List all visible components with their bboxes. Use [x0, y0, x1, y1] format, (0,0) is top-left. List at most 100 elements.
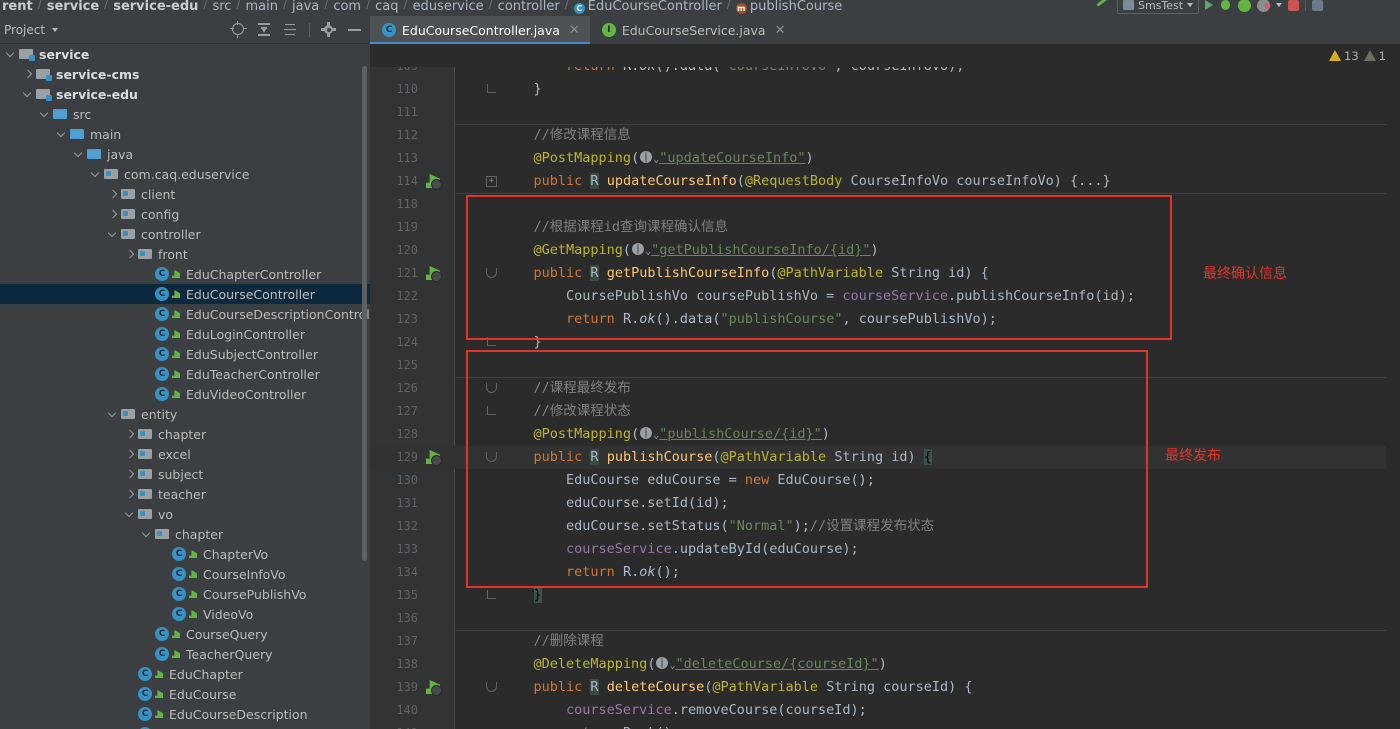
tree-item-excel[interactable]: excel — [0, 444, 370, 464]
tree-item-educhaptercontroller[interactable]: EduChapterController — [0, 264, 370, 284]
breadcrumb-item[interactable]: service — [47, 0, 99, 16]
build-hammer-icon[interactable] — [1095, 0, 1111, 12]
tree-item-chapter[interactable]: chapter — [0, 424, 370, 444]
tree-item-java[interactable]: java — [0, 144, 370, 164]
tree-item-front[interactable]: front — [0, 244, 370, 264]
tree-item-service-edu[interactable]: service-edu — [0, 84, 370, 104]
chevron-down-icon[interactable] — [108, 409, 119, 420]
breadcrumb-item[interactable]: caq — [375, 0, 398, 16]
code-fold-marker[interactable] — [487, 406, 496, 415]
gutter-run-icon[interactable] — [426, 450, 442, 466]
weak-warnings-indicator[interactable]: 1 — [1363, 49, 1386, 63]
code-line[interactable]: 111 — [370, 101, 1400, 124]
tree-item-client[interactable]: client — [0, 184, 370, 204]
chevron-down-icon[interactable] — [23, 89, 34, 100]
code-line[interactable]: 138 @DeleteMapping(⌄"deleteCourse/{cours… — [370, 653, 1400, 676]
code-line[interactable]: 130 EduCourse eduCourse = new EduCourse(… — [370, 469, 1400, 492]
tree-item-teacher[interactable]: teacher — [0, 484, 370, 504]
editor-scrollbar[interactable] — [1386, 67, 1400, 729]
web-endpoint-gutter-icon[interactable]: ⌄ — [631, 242, 651, 258]
run-with-coverage-button[interactable] — [1238, 0, 1252, 12]
code-line[interactable]: 120 @GetMapping(⌄"getPublishCourseInfo/{… — [370, 239, 1400, 262]
code-line[interactable]: 118 — [370, 193, 1400, 216]
chevron-down-icon[interactable] — [108, 229, 119, 240]
code-fold-marker[interactable] — [486, 682, 497, 692]
tree-item-eduteacher[interactable]: EduTeacher — [0, 724, 370, 729]
code-fold-marker[interactable] — [487, 84, 496, 93]
inspection-widget[interactable]: 13 1 — [370, 44, 1400, 67]
breadcrumb-item[interactable]: C EduCourseController — [573, 0, 722, 16]
code-line[interactable]: 135 } — [370, 584, 1400, 607]
chevron-down-icon[interactable] — [40, 109, 51, 120]
code-line[interactable]: 112 //修改课程信息 — [370, 124, 1400, 147]
project-view-chevron-icon[interactable] — [52, 27, 59, 32]
settings-gear-icon[interactable] — [321, 22, 336, 37]
code-fold-marker[interactable] — [486, 268, 497, 278]
tree-item-videovo[interactable]: VideoVo — [0, 604, 370, 624]
tree-item-chaptervo[interactable]: ChapterVo — [0, 544, 370, 564]
code-line[interactable]: 139 public R deleteCourse(@PathVariable … — [370, 676, 1400, 699]
close-icon[interactable]: ✕ — [775, 23, 786, 38]
tree-item-service[interactable]: service — [0, 44, 370, 64]
tree-item-chapter[interactable]: chapter — [0, 524, 370, 544]
chevron-down-icon[interactable] — [91, 169, 102, 180]
breadcrumb-item[interactable]: m publishCourse — [735, 0, 842, 16]
code-line[interactable]: 128 @PostMapping(⌄"publishCourse/{id}") — [370, 423, 1400, 446]
web-endpoint-gutter-icon[interactable]: ⌄ — [655, 656, 675, 672]
debug-button[interactable] — [1219, 0, 1232, 11]
code-line[interactable]: 129 public R publishCourse(@PathVariable… — [370, 446, 1400, 469]
project-tree-panel[interactable]: service service-cms service-edu src main java… — [0, 44, 370, 729]
chevron-right-icon[interactable] — [125, 489, 136, 500]
project-tool-title[interactable]: Project — [4, 23, 45, 37]
code-line[interactable]: 141 return R.ok(); — [370, 722, 1400, 729]
scroll-from-source-icon[interactable] — [230, 21, 247, 38]
stop-button[interactable] — [1288, 0, 1300, 11]
code-fold-marker[interactable] — [487, 337, 496, 346]
breadcrumb-item[interactable]: main — [246, 0, 278, 16]
project-tree-scrollbar[interactable] — [362, 66, 367, 561]
code-fold-marker[interactable] — [487, 590, 496, 599]
chevron-down-icon[interactable] — [142, 529, 153, 540]
tree-item-coursepublishvo[interactable]: CoursePublishVo — [0, 584, 370, 604]
tree-item-courseinfovo[interactable]: CourseInfoVo — [0, 564, 370, 584]
code-fold-marker[interactable] — [486, 383, 497, 393]
breadcrumb-item[interactable]: controller — [498, 0, 560, 16]
code-line[interactable]: 124 } — [370, 331, 1400, 354]
chevron-down-icon[interactable] — [125, 509, 136, 520]
tree-item-config[interactable]: config — [0, 204, 370, 224]
editor-tab-educoursecontroller[interactable]: C EduCourseController.java ✕ — [370, 16, 590, 44]
tree-item-src[interactable]: src — [0, 104, 370, 124]
tree-item-educhapter[interactable]: EduChapter — [0, 664, 370, 684]
chevron-right-icon[interactable] — [125, 249, 136, 260]
profile-button[interactable] — [1257, 0, 1272, 12]
breadcrumb-item[interactable]: src — [212, 0, 231, 16]
code-fold-marker[interactable] — [486, 452, 497, 462]
tree-item-entity[interactable]: entity — [0, 404, 370, 424]
breadcrumb-item[interactable]: rent — [2, 0, 33, 16]
breadcrumb-item[interactable]: com — [333, 0, 361, 16]
breadcrumb-item[interactable]: service-edu — [113, 0, 198, 16]
breadcrumb-item[interactable]: eduservice — [413, 0, 484, 16]
editor-tab-educourseservice[interactable]: I EduCourseService.java ✕ — [590, 16, 796, 44]
chevron-right-icon[interactable] — [125, 429, 136, 440]
code-line[interactable]: 134 return R.ok(); — [370, 561, 1400, 584]
tree-item-educoursedescription[interactable]: EduCourseDescription — [0, 704, 370, 724]
tree-item-eduvideocontroller[interactable]: EduVideoController — [0, 384, 370, 404]
close-icon[interactable]: ✕ — [569, 23, 580, 38]
code-line[interactable]: 119 //根据课程id查询课程确认信息 — [370, 216, 1400, 239]
tree-item-eduteachercontroller[interactable]: EduTeacherController — [0, 364, 370, 384]
code-line[interactable]: 126 //课程最终发布 — [370, 377, 1400, 400]
code-line[interactable]: 140 courseService.removeCourse(courseId)… — [370, 699, 1400, 722]
code-line[interactable]: 125 — [370, 354, 1400, 377]
code-line[interactable]: 136 — [370, 607, 1400, 630]
tree-item-educourse[interactable]: EduCourse — [0, 684, 370, 704]
tree-item-main[interactable]: main — [0, 124, 370, 144]
tree-item-teacherquery[interactable]: TeacherQuery — [0, 644, 370, 664]
chevron-down-icon[interactable] — [6, 49, 17, 60]
more-chevron-icon[interactable] — [1276, 3, 1283, 7]
code-line[interactable]: 110 } — [370, 78, 1400, 101]
chevron-down-icon[interactable] — [74, 149, 85, 160]
code-line[interactable]: 131 eduCourse.setId(id); — [370, 492, 1400, 515]
chevron-right-icon[interactable] — [23, 69, 34, 80]
code-line[interactable]: 133 courseService.updateById(eduCourse); — [370, 538, 1400, 561]
